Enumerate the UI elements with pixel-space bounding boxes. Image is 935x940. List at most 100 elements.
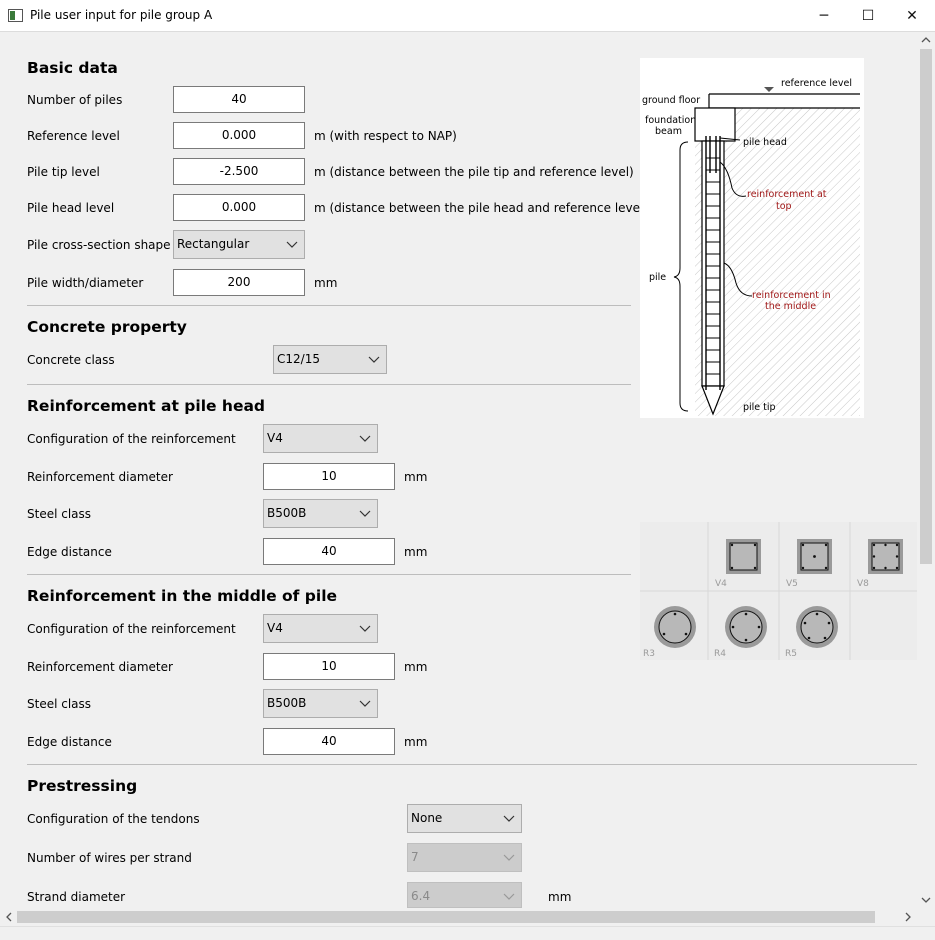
reinf-head-config-value: V4 — [267, 431, 283, 445]
ground-floor-label: ground floor — [642, 95, 700, 106]
reinf-head-diam-unit: mm — [404, 470, 428, 484]
reinf-mid-heading: Reinforcement in the middle of pile — [27, 587, 338, 605]
minimize-button[interactable]: ─ — [801, 0, 847, 31]
reinf-head-steel-select[interactable]: B500B — [263, 499, 378, 528]
reinf-head-steel-value: B500B — [267, 506, 307, 520]
strand-unit: mm — [548, 890, 572, 904]
chevron-down-icon — [503, 893, 515, 900]
r5-label: R5 — [785, 649, 797, 659]
separator — [27, 384, 631, 385]
wires-select-value: 7 — [411, 850, 419, 864]
v8-label: V8 — [857, 579, 869, 589]
shape-label: Pile cross-section shape — [27, 238, 171, 252]
reinf-mid-edge-unit: mm — [404, 735, 428, 749]
head-level-label: Pile head level — [27, 201, 115, 215]
vertical-scroll-thumb[interactable] — [920, 49, 932, 564]
shape-select-value: Rectangular — [177, 237, 250, 251]
scroll-corner — [917, 908, 935, 926]
reinf-mid-steel-select[interactable]: B500B — [263, 689, 378, 718]
reinf-head-config-label: Configuration of the reinforcement — [27, 432, 236, 446]
prestress-heading: Prestressing — [27, 777, 138, 795]
pile-shaft — [701, 140, 725, 387]
reinf-head-steel-label: Steel class — [27, 507, 92, 521]
tendon-config-select[interactable]: None — [407, 804, 522, 833]
reinf-mid-config-label: Configuration of the reinforcement — [27, 622, 236, 636]
chevron-down-icon — [503, 854, 515, 861]
ref-level-input[interactable]: 0.000 — [173, 122, 305, 149]
scroll-up-icon[interactable] — [921, 36, 931, 44]
separator — [27, 764, 918, 765]
reinf-mid-diam-unit: mm — [404, 660, 428, 674]
strand-label: Strand diameter — [27, 890, 126, 904]
concrete-heading: Concrete property — [27, 318, 187, 336]
width-input[interactable]: 200 — [173, 269, 305, 296]
reinf-mid-edge-input[interactable]: 40 — [263, 728, 395, 755]
reinf-mid-label-line2: the middle — [765, 301, 816, 312]
reinf-mid-steel-value: B500B — [267, 696, 307, 710]
tip-level-unit: m (distance between the pile tip and ref… — [314, 165, 634, 179]
chevron-down-icon — [286, 241, 298, 248]
scroll-down-icon[interactable] — [921, 896, 931, 904]
foundation-label-line1: foundation — [645, 115, 696, 126]
minimize-icon: ─ — [819, 7, 829, 24]
concrete-class-label: Concrete class — [27, 353, 115, 367]
maximize-button[interactable]: ☐ — [845, 0, 891, 31]
tendon-config-label: Configuration of the tendons — [27, 812, 200, 826]
ref-level-unit: m (with respect to NAP) — [314, 129, 457, 143]
tip-level-label: Pile tip level — [27, 165, 100, 179]
pile-label: pile — [649, 272, 666, 283]
foundation-label-line2: beam — [655, 126, 682, 137]
vertical-scrollbar[interactable] — [917, 32, 935, 908]
ref-level-label: Reference level — [27, 129, 120, 143]
v5-label: V5 — [786, 579, 798, 589]
width-unit: mm — [314, 276, 338, 290]
reinf-head-edge-label: Edge distance — [27, 545, 112, 559]
width-label: Pile width/diameter — [27, 276, 144, 290]
num-piles-input[interactable]: 40 — [173, 86, 305, 113]
reinf-mid-label-line1: reinforcement in — [752, 290, 831, 301]
maximize-icon: ☐ — [861, 7, 875, 24]
tendon-config-value: None — [411, 811, 443, 825]
r3-label: R3 — [643, 649, 655, 659]
basic-data-heading: Basic data — [27, 59, 118, 77]
config-thumbnails: V4 V5 V8 R3 R4 R5 — [640, 522, 918, 660]
reinf-top-label-line2: top — [776, 201, 792, 212]
close-icon: ✕ — [906, 7, 918, 24]
strand-select: 6.4 — [407, 882, 522, 908]
foundation-beam — [694, 107, 736, 142]
chevron-down-icon — [503, 815, 515, 822]
horizontal-scroll-thumb[interactable] — [17, 911, 875, 923]
r4-label: R4 — [714, 649, 726, 659]
scroll-left-icon[interactable] — [5, 912, 13, 922]
chevron-down-icon — [359, 700, 371, 707]
chevron-down-icon — [359, 625, 371, 632]
reinf-top-label-line1: reinforcement at — [747, 189, 827, 200]
reinf-mid-steel-label: Steel class — [27, 697, 92, 711]
strand-select-value: 6.4 — [411, 889, 431, 903]
tip-level-input[interactable]: -2.500 — [173, 158, 305, 185]
scroll-right-icon[interactable] — [904, 912, 912, 922]
pile-tip-label: pile tip — [743, 402, 776, 413]
head-level-input[interactable]: 0.000 — [173, 194, 305, 221]
title-bar: Pile user input for pile group A ─ ☐ ✕ — [0, 0, 935, 32]
reference-level-label: reference level — [781, 78, 852, 89]
concrete-class-value: C12/15 — [277, 352, 320, 366]
shape-select[interactable]: Rectangular — [173, 230, 305, 259]
separator — [27, 305, 631, 306]
reinf-head-edge-unit: mm — [404, 545, 428, 559]
concrete-class-select[interactable]: C12/15 — [273, 345, 387, 374]
pile-diagram: reference level ground floor foundation … — [640, 58, 864, 418]
chevron-down-icon — [359, 510, 371, 517]
reinf-mid-diam-input[interactable]: 10 — [263, 653, 395, 680]
wires-label: Number of wires per strand — [27, 851, 192, 865]
horizontal-scrollbar[interactable] — [0, 908, 917, 926]
chevron-down-icon — [359, 435, 371, 442]
reinf-head-edge-input[interactable]: 40 — [263, 538, 395, 565]
reinf-mid-config-select[interactable]: V4 — [263, 614, 378, 643]
wires-select: 7 — [407, 843, 522, 872]
close-button[interactable]: ✕ — [889, 0, 935, 31]
chevron-down-icon — [368, 356, 380, 363]
reinf-head-diam-input[interactable]: 10 — [263, 463, 395, 490]
v4-label: V4 — [715, 579, 727, 589]
reinf-head-config-select[interactable]: V4 — [263, 424, 378, 453]
